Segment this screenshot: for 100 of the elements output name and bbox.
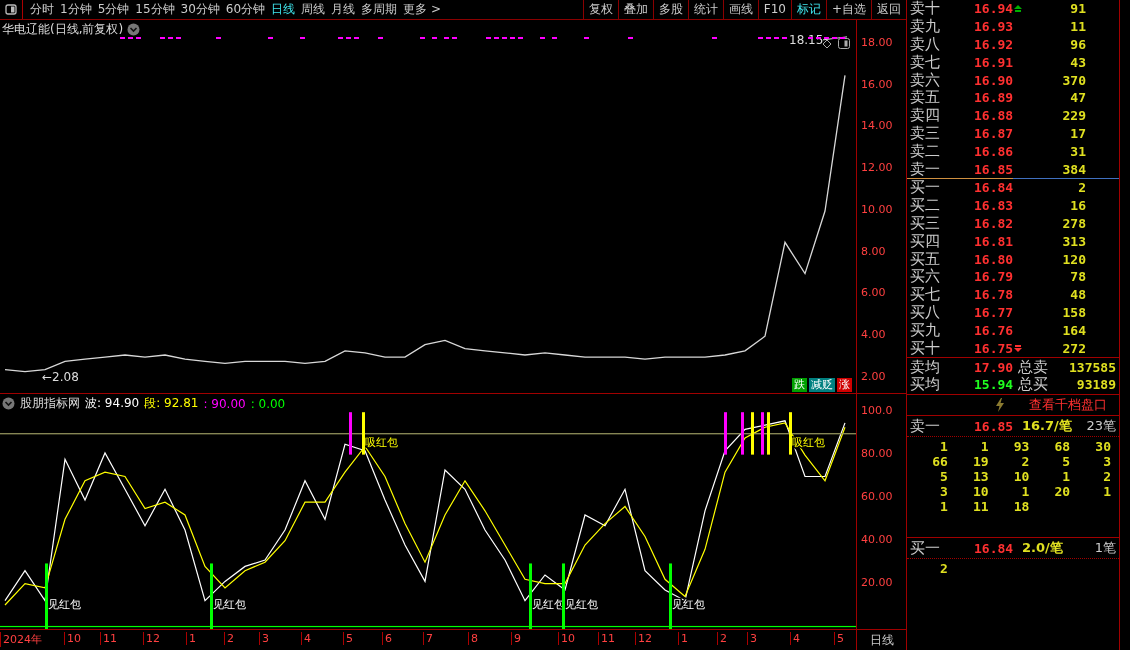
toolbar-button[interactable]: F10 [757,0,791,19]
price-value: 16.90 [974,72,1012,88]
summary-label: 买均 [909,374,941,394]
volume-value: 272 [1061,340,1086,356]
toolbar-button[interactable]: +自选 [825,0,871,19]
volume-value: 43 [1069,54,1086,70]
order-size: 1 [1020,483,1030,499]
toolbar-button[interactable]: 叠加 [617,0,653,19]
level-label: 买四 [909,231,941,251]
period-tab[interactable]: 更多 > [400,1,444,18]
total-label: 总卖 [1018,357,1049,377]
toolbar-button[interactable]: 复权 [582,0,618,19]
period-tab[interactable]: 周线 [298,1,329,18]
price-value: 16.79 [974,269,1012,285]
date-label: 5 [834,632,844,645]
order-size: 3 [938,483,948,499]
level-label: 卖一 [909,159,941,179]
price-value: 16.86 [974,143,1012,159]
up-arrow-icon [1014,4,1022,13]
lightning-icon [995,397,1005,412]
date-label: 2 [717,632,727,645]
down-arrow-icon [1014,344,1022,353]
axis-label: 12.00 [861,161,893,175]
level-label: 卖三 [909,124,941,143]
level-label: 卖五 [909,88,941,107]
order-size: 1 [1061,468,1071,484]
date-label: 8 [468,632,478,645]
level-label: 卖二 [909,141,941,161]
level-label: 买十 [909,338,941,358]
volume-value: 278 [1061,215,1086,231]
level-label: 卖十 [909,0,941,18]
period-tab[interactable]: 多周期 [358,1,401,18]
axis-label: 16.00 [861,77,893,91]
depth-link[interactable]: 查看千档盘口 [1029,395,1107,414]
volume-value: 47 [1069,90,1086,106]
level-label: 买一 [909,538,941,558]
dropdown-icon[interactable] [127,23,141,36]
axis-label: 40.00 [861,532,893,546]
volume-value: 31 [1069,143,1086,159]
order-size: 11 [971,498,989,514]
date-label: 10 [558,632,575,645]
date-label: 3 [747,632,757,645]
toolbar-button[interactable]: 标记 [790,0,826,19]
level-label: 卖九 [909,17,941,36]
order-size: 2 [938,560,948,576]
summary-label: 卖均 [909,357,941,377]
order-size: 2 [1102,468,1111,484]
indicator-reading: 段: 92.81 [144,395,199,412]
order-size: 1 [938,438,948,454]
signal-label: 见红包 [672,598,705,611]
period-tab[interactable]: 月线 [328,1,359,18]
period-tab[interactable]: 5分钟 [94,1,133,18]
date-label: 4 [790,632,800,645]
volume-value: 384 [1061,161,1086,177]
signal-tag: 跌 [792,378,807,392]
order-size: 10 [971,483,989,499]
volume-value: 120 [1061,251,1086,267]
price-label: ←2.08 [42,370,79,385]
period-tab[interactable]: 60分钟 [222,1,269,18]
price-value: 16.82 [974,215,1012,231]
signal-label: 见红包 [48,598,81,611]
period-tab[interactable]: 分时 [27,1,57,18]
date-label: 6 [382,632,392,645]
order-size: 2 [1020,453,1030,469]
level-label: 买七 [909,285,941,305]
toolbar-button[interactable]: 统计 [687,0,723,19]
toolbar-button[interactable]: 多股 [652,0,688,19]
panel-toggle-icon[interactable] [838,38,850,49]
period-tab[interactable]: 30分钟 [177,1,223,18]
order-size: 18 [1012,498,1030,514]
price-value: 16.76 [974,322,1012,338]
average-price: 17.90 [974,359,1015,375]
period-tab[interactable]: 日线 [268,1,299,18]
order-size: 5 [938,468,948,484]
level-label: 卖一 [909,416,941,436]
period-tab[interactable]: 15分钟 [132,1,178,18]
signal-label: 见红包 [565,598,598,611]
date-label: 3 [259,632,269,645]
toolbar-button[interactable]: 返回 [871,0,906,19]
volume-value: 158 [1061,304,1086,320]
price-value: 16.80 [974,251,1012,267]
date-label: 10 [64,632,81,645]
order-size: 3 [1102,453,1111,469]
average-price: 15.94 [974,376,1015,392]
volume-value: 17 [1069,125,1086,141]
date-label: 2 [224,632,234,645]
price-value: 16.84 [974,180,1012,196]
dropdown-icon[interactable] [2,397,15,410]
diamond-icon[interactable] [822,38,832,49]
toolbar-button[interactable]: 画线 [722,0,758,19]
date-label: 2024年 [0,632,42,647]
period-tab[interactable]: 1分钟 [57,1,95,18]
level-label: 卖四 [909,106,941,125]
volume-value: 48 [1069,287,1086,303]
axis-label: 14.00 [861,119,893,133]
average-value: 2.0/笔 [1022,539,1064,558]
level-label: 买八 [909,302,941,322]
axis-label: 10.00 [861,203,893,216]
price-value: 16.78 [974,287,1012,303]
order-size: 66 [931,453,948,469]
